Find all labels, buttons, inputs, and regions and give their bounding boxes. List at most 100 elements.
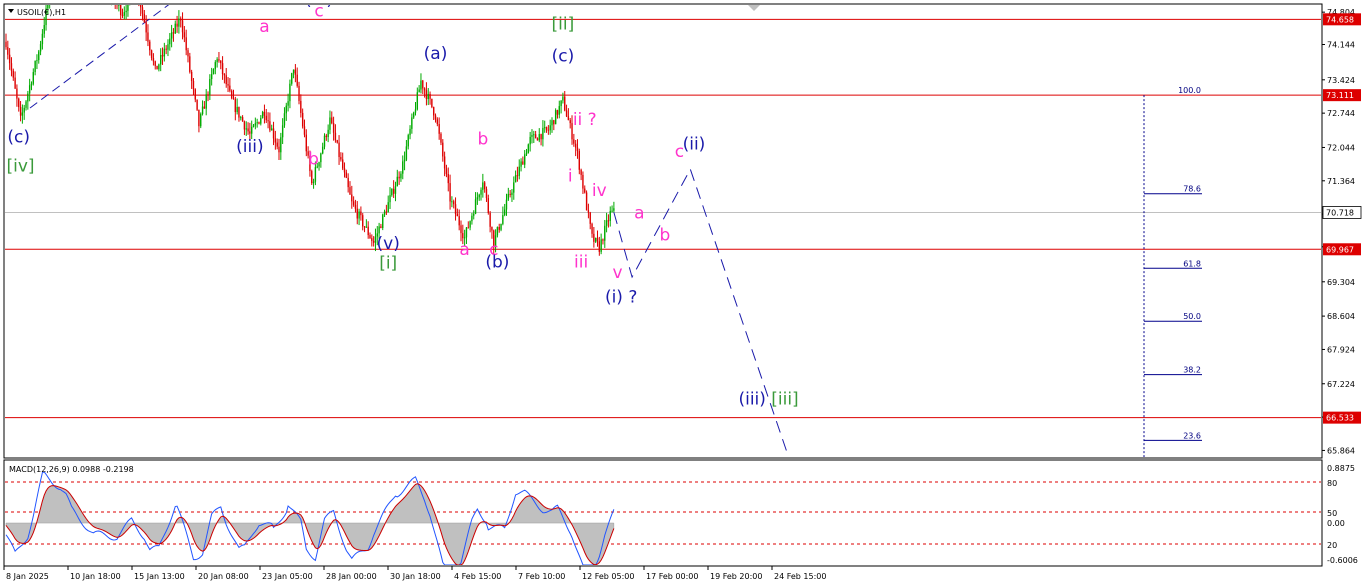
time-axis: 8 Jan 2025 10 Jan 18:00 15 Jan 13:00 20 Jan… bbox=[3, 566, 826, 581]
candle-body bbox=[123, 12, 125, 16]
time-tick-label: 30 Jan 18:00 bbox=[390, 572, 441, 581]
candle-body bbox=[454, 204, 457, 214]
candle-body bbox=[332, 123, 335, 133]
candle-body bbox=[121, 15, 124, 17]
candle-body bbox=[189, 56, 191, 72]
wave-label: (b) bbox=[485, 252, 509, 272]
candle-body bbox=[238, 106, 240, 118]
candle-body bbox=[591, 223, 593, 234]
candle-body bbox=[458, 216, 460, 226]
wave-label: a bbox=[459, 240, 469, 260]
candle-body bbox=[474, 199, 477, 214]
candle-body bbox=[283, 113, 286, 126]
candle-body bbox=[23, 107, 25, 113]
candle-body bbox=[207, 94, 209, 96]
candle-body bbox=[491, 226, 493, 231]
candle-body bbox=[41, 33, 44, 45]
time-tick-label: 24 Feb 15:00 bbox=[774, 572, 826, 581]
candle-body bbox=[613, 208, 615, 211]
candle-body bbox=[409, 128, 411, 136]
wave-label: iv bbox=[592, 181, 607, 201]
macd-tick-label: 20 bbox=[1327, 541, 1337, 550]
candle-body bbox=[296, 74, 298, 86]
candle-body bbox=[551, 120, 553, 126]
time-tick-label: 23 Jan 05:00 bbox=[262, 572, 313, 581]
candle-body bbox=[161, 55, 164, 57]
candle-body bbox=[460, 225, 462, 234]
candle-body bbox=[265, 115, 267, 121]
candle-body bbox=[200, 113, 202, 127]
price-tick-label: 74.144 bbox=[1327, 41, 1355, 50]
wave-label: a bbox=[259, 17, 269, 37]
candle-body bbox=[331, 117, 333, 124]
candle-body bbox=[278, 146, 280, 153]
macd-signal-value: -0.2198 bbox=[103, 465, 134, 474]
candle-body bbox=[509, 193, 511, 195]
candle-body bbox=[547, 129, 550, 131]
candle-body bbox=[602, 239, 604, 241]
candle-body bbox=[187, 50, 189, 57]
candle-body bbox=[18, 98, 20, 108]
candle-body bbox=[7, 47, 9, 55]
candle-body bbox=[119, 5, 122, 16]
candle-body bbox=[198, 109, 200, 127]
candle-body bbox=[496, 226, 499, 236]
candle-body bbox=[498, 226, 500, 230]
candle-body bbox=[274, 138, 277, 143]
candle-body bbox=[261, 111, 264, 119]
candle-body bbox=[192, 81, 195, 90]
candle-body bbox=[553, 120, 555, 125]
candle-body bbox=[156, 65, 158, 70]
candle-body bbox=[305, 134, 307, 152]
candle-body bbox=[234, 99, 237, 113]
time-tick-label: 7 Feb 10:00 bbox=[518, 572, 565, 581]
time-tick-label: 19 Feb 20:00 bbox=[710, 572, 762, 581]
candle-body bbox=[545, 127, 548, 130]
candle-body bbox=[323, 135, 326, 147]
candle-body bbox=[431, 98, 433, 108]
candle-body bbox=[562, 96, 564, 101]
candle-body bbox=[232, 98, 235, 100]
candle-body bbox=[456, 213, 459, 217]
candle-body bbox=[298, 85, 300, 101]
wave-label: i bbox=[568, 166, 573, 186]
candle-body bbox=[256, 122, 258, 124]
candle-body bbox=[281, 125, 284, 138]
candle-body bbox=[314, 167, 317, 182]
candle-body bbox=[516, 175, 519, 177]
chart-window: 100.0 78.6 61.8 50.0 38.2 23.6 (c) [iv] (iii) (i… bbox=[3, 3, 1362, 581]
price-axis: 74.80474.14473.42472.74472.04471.36470.6… bbox=[1322, 8, 1362, 455]
candle-body bbox=[527, 144, 530, 154]
candle-body bbox=[398, 176, 400, 179]
time-tick-label: 17 Feb 00:00 bbox=[646, 572, 698, 581]
candle-body bbox=[160, 55, 162, 65]
candle-body bbox=[185, 37, 187, 51]
wave-label: v bbox=[612, 263, 622, 283]
candle-body bbox=[205, 94, 207, 109]
candle-body bbox=[12, 70, 14, 78]
candle-body bbox=[574, 143, 577, 148]
candle-body bbox=[252, 125, 255, 127]
candle-body bbox=[405, 146, 408, 160]
wave-label: [i] bbox=[379, 253, 397, 273]
price-tick-label: 69.304 bbox=[1327, 278, 1355, 287]
candle-body bbox=[363, 226, 366, 228]
candle-body bbox=[469, 221, 471, 228]
candle-body bbox=[220, 60, 222, 64]
candle-body bbox=[269, 121, 271, 131]
candle-body bbox=[443, 156, 446, 169]
candle-body bbox=[158, 64, 160, 70]
candle-body bbox=[276, 142, 278, 147]
wave-label: b bbox=[308, 149, 319, 169]
candle-body bbox=[407, 135, 409, 147]
candle-body bbox=[34, 60, 36, 73]
candle-body bbox=[254, 123, 257, 126]
wave-label: (i) ? bbox=[605, 288, 637, 308]
candle-body bbox=[594, 237, 597, 242]
level-price-label: 74.658 bbox=[1326, 15, 1354, 24]
candle-body bbox=[513, 182, 515, 193]
candle-body bbox=[251, 126, 253, 134]
fib-level-label: 50.0 bbox=[1183, 312, 1201, 321]
candle-body bbox=[149, 41, 151, 51]
candle-body bbox=[367, 226, 369, 236]
